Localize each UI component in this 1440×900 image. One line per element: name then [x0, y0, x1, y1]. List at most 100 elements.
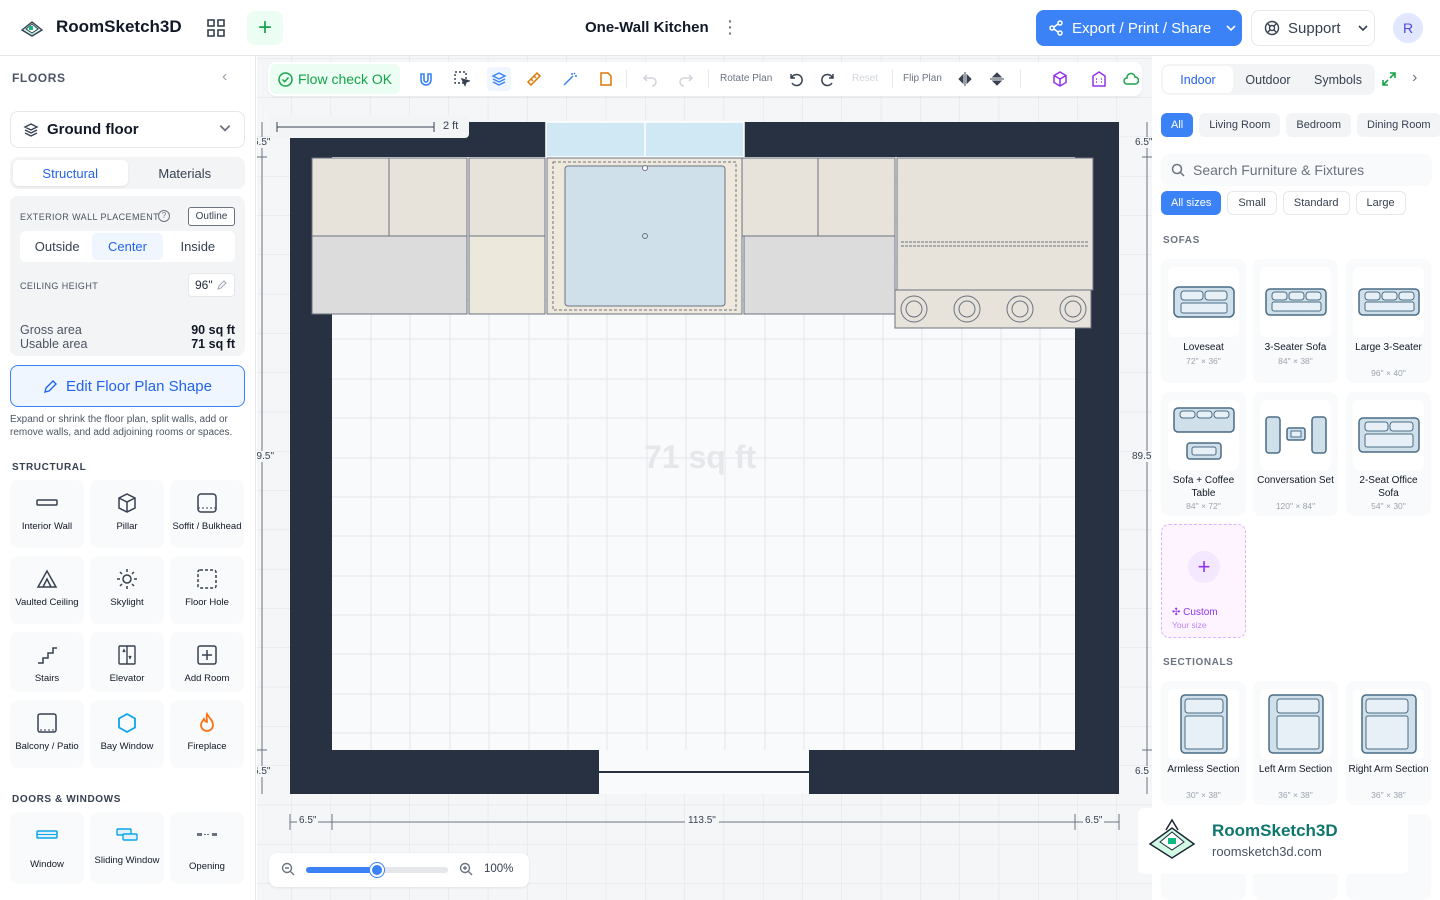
zoom-in-icon[interactable]: [459, 862, 473, 881]
tab-outdoor[interactable]: Outdoor: [1233, 66, 1303, 93]
furniture-card[interactable]: 3-Seater Sofa 84" × 38": [1253, 259, 1338, 383]
notes-tool[interactable]: [596, 69, 616, 89]
support-button[interactable]: Support: [1251, 10, 1375, 46]
magnet-tool[interactable]: [416, 69, 436, 89]
flip-horizontal-icon: [958, 72, 972, 86]
layers-tool[interactable]: [487, 67, 511, 91]
chip-dining-room[interactable]: Dining Room: [1357, 113, 1440, 137]
tool-stairs[interactable]: Stairs: [10, 632, 84, 692]
flip-horizontal-button[interactable]: [955, 69, 975, 89]
tool-skylight[interactable]: Skylight: [90, 556, 164, 624]
flame-icon: [194, 710, 220, 736]
redo-button[interactable]: [676, 69, 696, 89]
tab-indoor[interactable]: Indoor: [1163, 66, 1233, 93]
building-view-button[interactable]: [1089, 69, 1109, 89]
chip-all[interactable]: All: [1161, 113, 1194, 137]
edit-floor-plan-button[interactable]: Edit Floor Plan Shape: [10, 365, 245, 407]
chip-living-room[interactable]: Living Room: [1199, 113, 1281, 137]
ceiling-height-input[interactable]: 96": [188, 273, 235, 297]
search-placeholder: Search Furniture & Fixtures: [1193, 162, 1365, 178]
new-project-button[interactable]: +: [247, 11, 283, 45]
tool-pillar[interactable]: Pillar: [90, 480, 164, 548]
tool-vaulted-ceiling[interactable]: Vaulted Ceiling: [10, 556, 84, 624]
search-field[interactable]: Search Furniture & Fixtures: [1161, 154, 1432, 186]
select-tool[interactable]: [452, 69, 472, 89]
room-area-label: 71 sq ft: [644, 439, 757, 475]
rotate-left-button[interactable]: [786, 69, 806, 89]
reset-button[interactable]: Reset: [852, 73, 878, 84]
sliding-window-icon: [114, 822, 140, 848]
furniture-card[interactable]: Armless Section 30" × 38": [1161, 681, 1246, 805]
tool-balcony[interactable]: Balcony / Patio: [10, 700, 84, 768]
chip-large[interactable]: Large: [1355, 191, 1406, 215]
conversation-set-icon: [1260, 400, 1331, 470]
tab-materials[interactable]: Materials: [128, 160, 243, 186]
plan-canvas[interactable]: 2 ft 71 sq ft 6.5" 6.5" 89.5" 89.5 6.5" …: [257, 56, 1152, 900]
cloud-save-button[interactable]: [1121, 69, 1141, 89]
document-title[interactable]: One-Wall Kitchen: [585, 19, 709, 36]
placement-outside[interactable]: Outside: [22, 233, 92, 260]
expand-icon[interactable]: [1381, 71, 1397, 92]
interior-wall-icon: [34, 490, 60, 516]
floor-selector[interactable]: Ground floor: [10, 111, 245, 148]
furniture-card[interactable]: Large 3-Seater 96" × 40": [1346, 259, 1431, 383]
app-logo-icon[interactable]: [18, 14, 46, 42]
tool-sliding-window[interactable]: Sliding Window: [90, 812, 164, 884]
tool-interior-wall[interactable]: Interior Wall: [10, 480, 84, 548]
document-menu-button[interactable]: ⋮: [721, 17, 739, 39]
plus-icon: +: [257, 14, 272, 41]
magic-tool[interactable]: [560, 69, 580, 89]
ceiling-height-value: 96": [195, 278, 213, 292]
furniture-card[interactable]: Left Arm Section 36" × 38": [1253, 681, 1338, 805]
3d-view-button[interactable]: [1050, 69, 1070, 89]
furniture-card[interactable]: Conversation Set 120" × 84": [1253, 392, 1338, 516]
furniture-card[interactable]: 2-Seat Office Sofa 54" × 30": [1346, 392, 1431, 516]
pencil-icon: [44, 379, 58, 393]
tool-opening[interactable]: Opening: [170, 812, 244, 884]
chip-bedroom[interactable]: Bedroom: [1286, 113, 1352, 137]
furniture-card[interactable]: Right Arm Section 36" × 38": [1346, 681, 1431, 805]
chevron-right-icon[interactable]: ›: [1412, 69, 1417, 87]
zoom-out-icon[interactable]: [281, 862, 295, 881]
chip-all-sizes[interactable]: All sizes: [1161, 191, 1222, 215]
magic-wand-icon: [563, 72, 577, 86]
dim-bottom-right: 6.5": [1083, 815, 1105, 826]
outline-toggle[interactable]: Outline: [188, 207, 235, 226]
flip-vertical-button[interactable]: [987, 69, 1007, 89]
tool-floor-hole[interactable]: Floor Hole: [170, 556, 244, 624]
rotate-right-button[interactable]: [818, 69, 838, 89]
chip-standard[interactable]: Standard: [1282, 191, 1350, 215]
usable-area-value: 71 sq ft: [191, 337, 235, 351]
tab-symbols[interactable]: Symbols: [1303, 66, 1373, 93]
user-avatar[interactable]: R: [1393, 13, 1423, 43]
tool-elevator[interactable]: Elevator: [90, 632, 164, 692]
wall-placement-options: Outside Center Inside: [20, 231, 235, 262]
zoom-slider-handle[interactable]: [370, 863, 384, 877]
furniture-card[interactable]: Loveseat 72" × 36": [1161, 259, 1246, 383]
magnet-icon: [420, 73, 432, 86]
tool-bay-window[interactable]: Bay Window: [90, 700, 164, 768]
chip-small[interactable]: Small: [1227, 191, 1277, 215]
tool-soffit[interactable]: Soffit / Bulkhead: [170, 480, 244, 548]
gross-area-label: Gross area: [20, 323, 82, 337]
help-icon[interactable]: ?: [158, 210, 170, 222]
undo-icon: [642, 74, 657, 87]
custom-size-card[interactable]: + ✣ Custom Your size: [1161, 524, 1246, 638]
flow-check-badge[interactable]: Flow check OK: [270, 64, 401, 94]
ceiling-height-label: CEILING HEIGHT: [20, 281, 99, 291]
tool-fireplace[interactable]: Fireplace: [170, 700, 244, 768]
export-button[interactable]: Export / Print / Share: [1036, 10, 1242, 46]
placement-inside[interactable]: Inside: [163, 233, 233, 260]
tool-add-room[interactable]: Add Room: [170, 632, 244, 692]
zoom-slider-track[interactable]: [306, 863, 448, 877]
tab-structural[interactable]: Structural: [13, 160, 128, 186]
add-room-icon: [194, 642, 220, 668]
dashboard-button[interactable]: [200, 12, 232, 44]
measure-tool[interactable]: [524, 69, 544, 89]
furniture-card[interactable]: Sofa + Coffee Table 84" × 72": [1161, 392, 1246, 516]
placement-center[interactable]: Center: [92, 233, 163, 260]
floor-plan-drawing[interactable]: [257, 56, 1152, 900]
undo-button[interactable]: [640, 69, 660, 89]
tool-window[interactable]: Window: [10, 812, 84, 884]
collapse-panel-icon[interactable]: ‹: [222, 68, 227, 86]
